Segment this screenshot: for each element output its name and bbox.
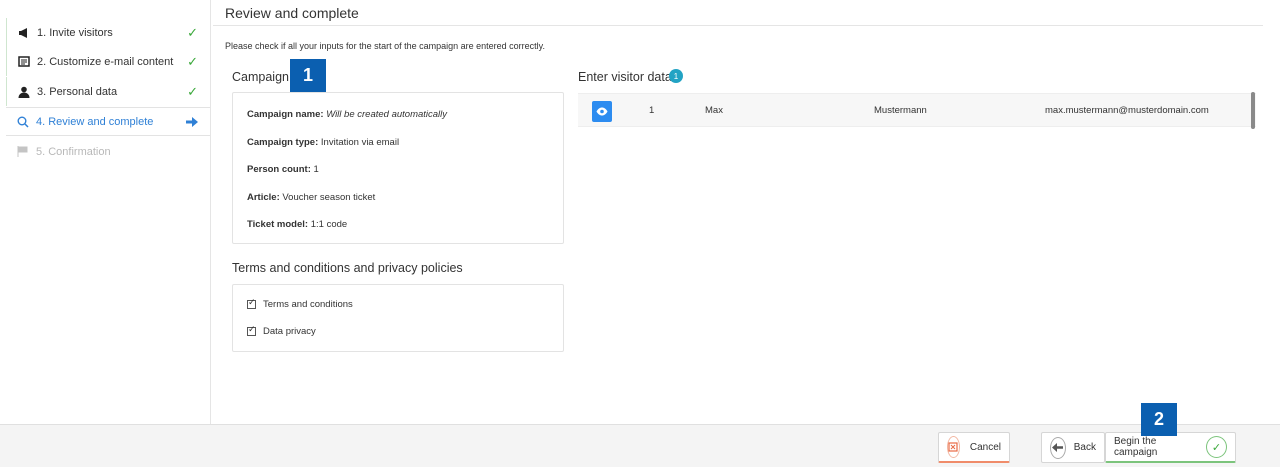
arrow-left-icon <box>1050 436 1066 459</box>
title-divider <box>213 25 1263 26</box>
arrow-right-icon <box>186 115 198 130</box>
begin-campaign-button[interactable]: Begin the campaign ✓ <box>1105 432 1236 463</box>
flag-icon <box>16 145 30 159</box>
callout-badge-2: 2 <box>1141 403 1177 436</box>
campaign-section-title: Campaign <box>232 70 289 84</box>
check-icon: ✓ <box>1206 436 1227 458</box>
cancel-icon <box>947 436 960 458</box>
check-icon: ✓ <box>187 84 198 99</box>
ticket-model-field: Ticket model: 1:1 code <box>247 219 348 230</box>
checkbox-checked-icon[interactable] <box>247 297 256 309</box>
email-template-icon <box>17 55 31 69</box>
step-invite-visitors[interactable]: 1. Invite visitors ✓ <box>6 18 210 47</box>
campaign-summary-panel: Campaign name: Will be created automatic… <box>232 92 564 244</box>
campaign-name-field: Campaign name: Will be created automatic… <box>247 109 448 120</box>
data-privacy-item[interactable]: Data privacy <box>247 324 316 337</box>
person-count-field: Person count: 1 <box>247 164 319 175</box>
check-icon: ✓ <box>187 54 198 69</box>
person-icon <box>17 85 31 99</box>
step-label: 3. Personal data <box>37 85 118 98</box>
terms-panel: Terms and conditions Data privacy <box>232 284 564 352</box>
table-row: 1 Max Mustermann max.mustermann@musterdo… <box>578 93 1256 127</box>
page-title: Review and complete <box>225 5 359 21</box>
campaign-type-field: Campaign type: Invitation via email <box>247 137 400 148</box>
terms-conditions-item[interactable]: Terms and conditions <box>247 297 353 310</box>
step-label: 5. Confirmation <box>36 145 111 158</box>
checkbox-checked-icon[interactable] <box>247 324 256 336</box>
visitor-last-name: Mustermann <box>874 105 927 116</box>
visitor-index: 1 <box>649 105 655 116</box>
back-button[interactable]: Back <box>1041 432 1105 463</box>
visitor-count-badge: 1 <box>669 69 683 83</box>
intro-text: Please check if all your inputs for the … <box>225 41 545 51</box>
step-label: 4. Review and complete <box>36 115 154 128</box>
cancel-button[interactable]: Cancel <box>938 432 1010 463</box>
step-label: 1. Invite visitors <box>37 26 113 39</box>
step-review-complete[interactable]: 4. Review and complete <box>6 107 210 136</box>
check-icon: ✓ <box>187 25 198 40</box>
step-label: 2. Customize e-mail content <box>37 55 174 68</box>
step-customize-email[interactable]: 2. Customize e-mail content ✓ <box>6 47 210 76</box>
eye-icon <box>596 105 608 119</box>
visitor-email: max.mustermann@musterdomain.com <box>1045 105 1209 116</box>
wizard-footer: Cancel Back Begin the campaign ✓ <box>0 424 1280 467</box>
megaphone-icon <box>17 26 31 40</box>
callout-badge-1: 1 <box>290 59 326 92</box>
visitor-first-name: Max <box>705 105 723 116</box>
step-confirmation: 5. Confirmation <box>6 137 210 166</box>
terms-section-title: Terms and conditions and privacy policie… <box>232 261 463 275</box>
view-visitor-button[interactable] <box>592 101 612 122</box>
table-scrollbar[interactable] <box>1251 92 1255 129</box>
search-icon <box>16 115 30 129</box>
article-field: Article: Voucher season ticket <box>247 192 376 203</box>
visitor-section-title: Enter visitor data <box>578 70 672 84</box>
wizard-sidebar: 1. Invite visitors ✓ 2. Customize e-mail… <box>0 0 211 424</box>
step-personal-data[interactable]: 3. Personal data ✓ <box>6 77 210 106</box>
